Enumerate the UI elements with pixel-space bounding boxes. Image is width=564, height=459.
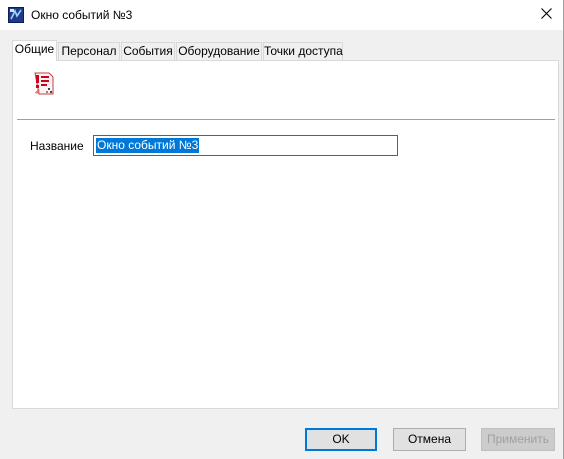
title-bar[interactable]: Окно событий №3 [0, 0, 563, 30]
ok-button-label: OK [332, 432, 350, 446]
tab-general[interactable]: Общие [12, 40, 57, 61]
name-label: Название [30, 139, 84, 153]
tab-equipment[interactable]: Оборудование [176, 42, 262, 60]
ok-button[interactable]: OK [305, 428, 377, 451]
dialog-window: Окно событий №3 Общие Персонал События О… [0, 0, 564, 459]
cancel-button-label: Отмена [407, 432, 452, 446]
close-button[interactable] [530, 0, 563, 30]
tab-label: Оборудование [178, 44, 260, 58]
tab-label: Точки доступа [264, 44, 343, 58]
tab-label: События [123, 44, 173, 58]
general-tab-panel: Название Окно событий №3 [12, 60, 559, 409]
name-input-value: Окно событий №3 [96, 138, 200, 153]
tab-events[interactable]: События [121, 42, 175, 60]
window-title: Окно событий №3 [31, 8, 133, 22]
tab-access-points[interactable]: Точки доступа [263, 42, 343, 60]
event-list-icon [33, 72, 55, 96]
tab-label: Персонал [61, 44, 117, 58]
close-icon [541, 8, 552, 22]
app-icon [8, 7, 24, 23]
apply-button[interactable]: Применить [481, 428, 555, 451]
apply-button-label: Применить [486, 432, 549, 446]
tab-personnel[interactable]: Персонал [58, 42, 120, 60]
name-input[interactable]: Окно событий №3 [93, 135, 398, 156]
separator [17, 119, 555, 120]
cancel-button[interactable]: Отмена [393, 428, 466, 451]
tab-label: Общие [14, 42, 55, 56]
